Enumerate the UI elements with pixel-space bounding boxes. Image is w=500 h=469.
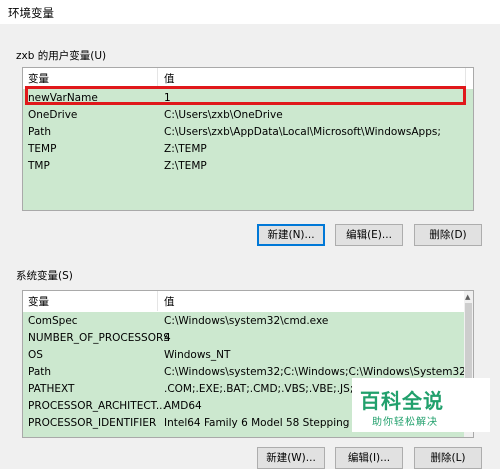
watermark-logo: 百科全说 助你轻松解决: [352, 378, 490, 432]
user-vars-rows: newVarName 1 OneDrive C:\Users\zxb\OneDr…: [23, 89, 473, 210]
selection-highlight-box: [25, 86, 466, 105]
watermark-subtitle: 助你轻松解决: [372, 417, 438, 428]
title-bar: 环境变量: [0, 0, 500, 24]
system-vars-group-label: 系统变量(S): [16, 270, 73, 282]
system-vars-header: 变量 值: [23, 291, 473, 311]
table-row[interactable]: TEMP Z:\TEMP: [23, 141, 473, 158]
variable-name: PROCESSOR_ARCHITECT...: [28, 400, 166, 412]
system-new-button[interactable]: 新建(W)...: [257, 447, 325, 469]
window-title: 环境变量: [8, 6, 54, 20]
variable-name: TEMP: [28, 143, 57, 155]
variable-name: NUMBER_OF_PROCESSORS: [28, 332, 170, 344]
variable-value: Windows_NT: [164, 349, 231, 361]
variable-value: Z:\TEMP: [164, 143, 207, 155]
table-row[interactable]: TMP Z:\TEMP: [23, 158, 473, 175]
table-row[interactable]: Path C:\Users\zxb\AppData\Local\Microsof…: [23, 124, 473, 141]
variable-value: .COM;.EXE;.BAT;.CMD;.VBS;.VBE;.JS;.JSE;: [164, 383, 377, 395]
variable-value: C:\Windows\system32;C:\Windows;C:\Window…: [164, 366, 474, 378]
user-vars-header: 变量 值: [23, 68, 473, 88]
variable-value: AMD64: [164, 400, 202, 412]
system-edit-button[interactable]: 编辑(I)...: [335, 447, 403, 469]
variable-value: C:\Windows\system32\cmd.exe: [164, 315, 329, 327]
scroll-up-arrow-icon[interactable]: ▲: [465, 293, 470, 301]
table-row[interactable]: OneDrive C:\Users\zxb\OneDrive: [23, 107, 473, 124]
user-delete-button[interactable]: 删除(D): [414, 224, 482, 246]
column-header-variable[interactable]: 变量: [28, 71, 49, 86]
variable-name: Path: [28, 366, 52, 378]
variable-value: Z:\TEMP: [164, 160, 207, 172]
column-header-variable[interactable]: 变量: [28, 294, 49, 309]
variable-value: 4: [164, 332, 171, 344]
variable-value: C:\Users\zxb\OneDrive: [164, 109, 283, 121]
variable-name: OS: [28, 349, 43, 361]
column-header-value[interactable]: 值: [164, 294, 175, 309]
variable-name: ComSpec: [28, 315, 78, 327]
user-vars-group-label: zxb 的用户变量(U): [16, 50, 107, 62]
user-new-button[interactable]: 新建(N)...: [257, 224, 325, 246]
variable-name: TMP: [28, 160, 50, 172]
table-row[interactable]: NUMBER_OF_PROCESSORS 4: [23, 330, 464, 347]
system-delete-button[interactable]: 删除(L): [414, 447, 482, 469]
variable-value: Intel64 Family 6 Model 58 Stepping 9, G: [164, 417, 375, 429]
variable-name: OneDrive: [28, 109, 78, 121]
table-row[interactable]: OS Windows_NT: [23, 347, 464, 364]
variable-name: PROCESSOR_IDENTIFIER: [28, 417, 157, 429]
user-vars-list[interactable]: 变量 值 newVarName 1 OneDrive C:\Users\zxb\…: [22, 67, 474, 211]
variable-value: C:\Users\zxb\AppData\Local\Microsoft\Win…: [164, 126, 441, 138]
column-header-value[interactable]: 值: [164, 71, 175, 86]
table-row[interactable]: ComSpec C:\Windows\system32\cmd.exe: [23, 313, 464, 330]
variable-name: Path: [28, 126, 52, 138]
variable-name: PATHEXT: [28, 383, 75, 395]
user-edit-button[interactable]: 编辑(E)...: [335, 224, 403, 246]
watermark-logo-text: 百科全说: [360, 389, 444, 413]
